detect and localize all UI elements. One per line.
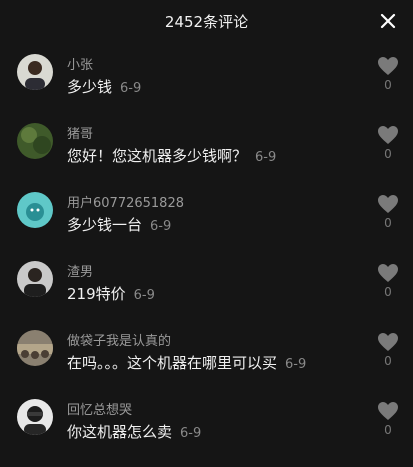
- like-count: 0: [384, 78, 392, 92]
- comment-item: 猪哥 您好！您这机器多少钱啊？ 6-9 0: [0, 123, 413, 191]
- comment-item: 小张 多少钱 6-9 0: [0, 54, 413, 122]
- comment-date: 6-9: [150, 219, 172, 234]
- heart-icon: [378, 264, 398, 282]
- avatar[interactable]: [17, 192, 53, 228]
- comment-item: 用户60772651828 多少钱一台 6-9 0: [0, 192, 413, 260]
- avatar[interactable]: [17, 399, 53, 435]
- like-count: 0: [384, 147, 392, 161]
- heart-icon: [378, 126, 398, 144]
- comment-list: 小张 多少钱 6-9 0 猪哥 您好！您这机器多少钱啊？ 6-9 0 用户607…: [0, 0, 413, 463]
- heart-icon: [378, 333, 398, 351]
- comment-text: 219特价: [67, 285, 126, 303]
- avatar[interactable]: [17, 123, 53, 159]
- like-count: 0: [384, 354, 392, 368]
- like-button[interactable]: 0: [375, 194, 401, 230]
- comment-username[interactable]: 小张: [67, 54, 93, 73]
- comment-text: 你这机器怎么卖: [67, 423, 173, 441]
- comment-date: 6-9: [285, 357, 307, 372]
- comment-username[interactable]: 做袋子我是认真的: [67, 330, 171, 349]
- comment-date: 6-9: [255, 150, 277, 165]
- comment-text: 多少钱一台: [67, 216, 143, 234]
- comment-username[interactable]: 回忆总想哭: [67, 399, 132, 418]
- comment-item: 渣男 219特价 6-9 0: [0, 261, 413, 329]
- comment-text: 您好！您这机器多少钱啊？: [67, 147, 248, 165]
- comment-item: 回忆总想哭 你这机器怎么卖 6-9 0: [0, 399, 413, 467]
- comment-date: 6-9: [133, 288, 155, 303]
- heart-icon: [378, 195, 398, 213]
- comment-username[interactable]: 用户60772651828: [67, 192, 184, 211]
- heart-icon: [378, 57, 398, 75]
- like-count: 0: [384, 216, 392, 230]
- comment-text: 多少钱: [67, 78, 113, 96]
- comment-date: 6-9: [120, 81, 142, 96]
- like-button[interactable]: 0: [375, 332, 401, 368]
- like-button[interactable]: 0: [375, 56, 401, 92]
- like-count: 0: [384, 285, 392, 299]
- like-count: 0: [384, 423, 392, 437]
- comment-item: 做袋子我是认真的 在吗。。。这个机器在哪里可以买 6-9 0: [0, 330, 413, 398]
- like-button[interactable]: 0: [375, 125, 401, 161]
- comment-text: 在吗。。。这个机器在哪里可以买: [67, 354, 278, 372]
- comment-username[interactable]: 猪哥: [67, 123, 93, 142]
- like-button[interactable]: 0: [375, 401, 401, 437]
- heart-icon: [378, 402, 398, 420]
- avatar[interactable]: [17, 261, 53, 297]
- avatar[interactable]: [17, 330, 53, 366]
- comment-date: 6-9: [180, 426, 202, 441]
- like-button[interactable]: 0: [375, 263, 401, 299]
- avatar[interactable]: [17, 54, 53, 90]
- comment-username[interactable]: 渣男: [67, 261, 93, 280]
